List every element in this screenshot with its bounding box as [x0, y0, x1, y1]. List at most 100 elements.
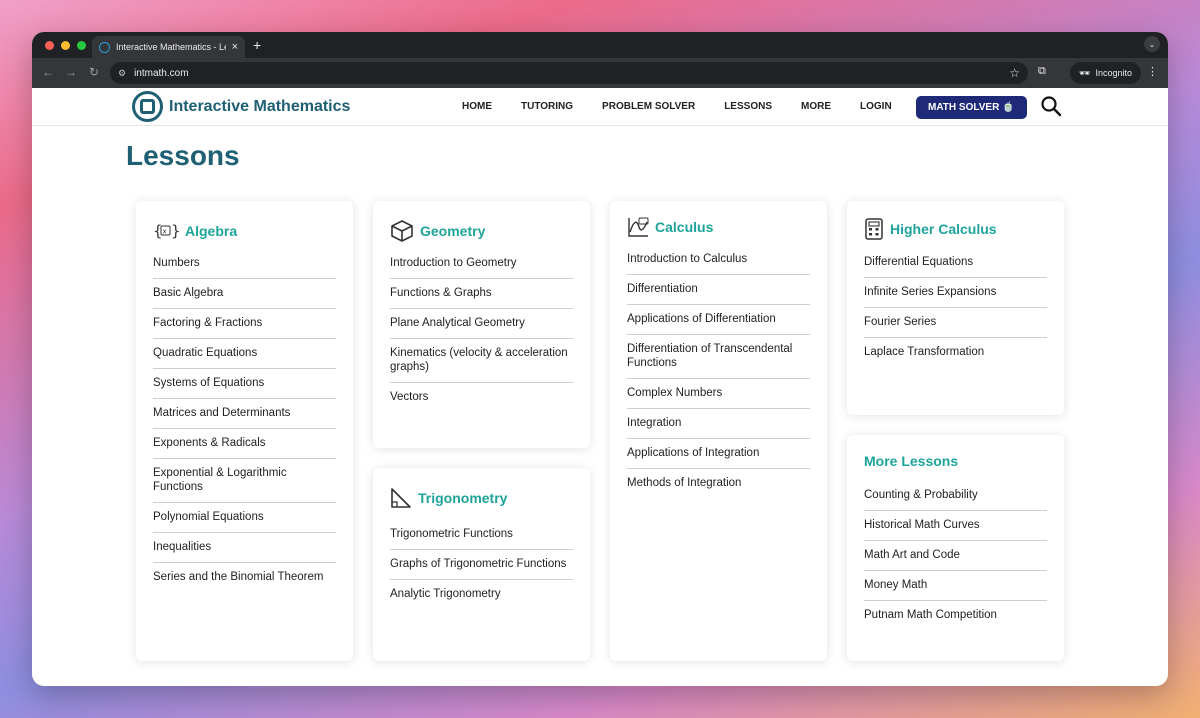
lesson-list: Trigonometric Functions Graphs of Trigono…: [390, 520, 573, 609]
lesson-link[interactable]: Analytic Trigonometry: [390, 580, 573, 609]
math-solver-button[interactable]: MATH SOLVER 🍵: [916, 96, 1027, 119]
site-header: Interactive Mathematics HOME TUTORING PR…: [32, 88, 1168, 126]
lesson-link[interactable]: Factoring & Fractions: [153, 309, 336, 339]
tab-title: Interactive Mathematics - Le: [116, 42, 226, 52]
lesson-link[interactable]: Infinite Series Expansions: [864, 278, 1047, 308]
logo-icon: [132, 91, 163, 122]
back-icon[interactable]: ←: [42, 65, 54, 79]
minimize-window-button[interactable]: [61, 41, 70, 50]
lesson-link[interactable]: Laplace Transformation: [864, 338, 1047, 367]
svg-text:}: }: [171, 222, 179, 240]
nav-lessons[interactable]: LESSONS: [724, 101, 772, 112]
lesson-link[interactable]: Exponential & Logarithmic Functions: [153, 459, 336, 503]
cube-icon: [391, 220, 413, 242]
new-tab-icon[interactable]: +: [253, 37, 261, 53]
site-info-icon[interactable]: ⚙: [118, 68, 126, 79]
logo-text: Interactive Mathematics: [169, 97, 351, 115]
lesson-link[interactable]: Fourier Series: [864, 308, 1047, 338]
card-header: More Lessons: [864, 449, 1047, 473]
site-logo[interactable]: Interactive Mathematics: [132, 91, 350, 122]
lesson-link[interactable]: Methods of Integration: [627, 469, 810, 498]
lesson-link[interactable]: Putnam Math Competition: [864, 601, 1047, 630]
card-header: Geometry: [390, 219, 573, 243]
lesson-link[interactable]: Complex Numbers: [627, 379, 810, 409]
card-title: Trigonometry: [418, 490, 508, 506]
bookmark-star-icon[interactable]: ☆: [1009, 66, 1020, 80]
lesson-link[interactable]: Money Math: [864, 571, 1047, 601]
card-header: Higher Calculus: [864, 217, 1047, 241]
browser-toolbar: ← → ↻ ⚙ intmath.com ☆ ⧉ 🕶 Incognito ⋮: [32, 58, 1168, 88]
calculator-icon: [865, 218, 883, 240]
lesson-link[interactable]: Inequalities: [153, 533, 336, 563]
close-window-button[interactable]: [45, 41, 54, 50]
lesson-link[interactable]: Math Art and Code: [864, 541, 1047, 571]
lesson-link[interactable]: Plane Analytical Geometry: [390, 309, 573, 339]
url-text: intmath.com: [134, 67, 189, 79]
browser-window: Interactive Mathematics - Le × + ⌄ ← → ↻…: [32, 32, 1168, 686]
maximize-window-button[interactable]: [77, 41, 86, 50]
lesson-link[interactable]: Applications of Differentiation: [627, 305, 810, 335]
tab-search-icon[interactable]: ⌄: [1144, 36, 1160, 52]
card-title: Higher Calculus: [890, 221, 997, 237]
nav-home[interactable]: HOME: [462, 101, 492, 112]
lesson-link[interactable]: Historical Math Curves: [864, 511, 1047, 541]
card-higher-calculus: Higher Calculus Differential Equations In…: [847, 201, 1064, 415]
lesson-link[interactable]: Graphs of Trigonometric Functions: [390, 550, 573, 580]
lesson-list: Numbers Basic Algebra Factoring & Fraction…: [153, 249, 336, 592]
close-tab-icon[interactable]: ×: [232, 41, 238, 53]
variable-braces-icon: { x }: [153, 222, 179, 240]
lesson-link[interactable]: Matrices and Determinants: [153, 399, 336, 429]
lesson-link[interactable]: Applications of Integration: [627, 439, 810, 469]
lesson-link[interactable]: Functions & Graphs: [390, 279, 573, 309]
lesson-link[interactable]: Systems of Equations: [153, 369, 336, 399]
lesson-link[interactable]: Kinematics (velocity & acceleration grap…: [390, 339, 573, 383]
lesson-link[interactable]: Trigonometric Functions: [390, 520, 573, 550]
lesson-link[interactable]: Exponents & Radicals: [153, 429, 336, 459]
extensions-icon[interactable]: ⧉: [1038, 65, 1046, 78]
lesson-list: Differential Equations Infinite Series Ex…: [864, 248, 1047, 367]
lesson-link[interactable]: Counting & Probability: [864, 481, 1047, 511]
reload-icon[interactable]: ↻: [89, 65, 99, 79]
favicon-icon: [99, 41, 110, 53]
card-more-lessons: More Lessons Counting & Probability Histo…: [847, 435, 1064, 661]
svg-text:x: x: [163, 228, 167, 236]
card-header: Calculus: [627, 215, 810, 239]
incognito-label: Incognito: [1095, 68, 1132, 78]
card-title: Calculus: [655, 219, 714, 235]
nav-login[interactable]: LOGIN: [860, 101, 892, 112]
active-tab[interactable]: Interactive Mathematics - Le ×: [92, 36, 245, 58]
card-header: { x } Algebra: [153, 219, 336, 243]
lesson-list: Counting & Probability Historical Math Cu…: [864, 481, 1047, 630]
incognito-badge[interactable]: 🕶 Incognito: [1070, 62, 1141, 84]
nav-tutoring[interactable]: TUTORING: [521, 101, 573, 112]
nav-problem-solver[interactable]: PROBLEM SOLVER: [602, 101, 695, 112]
lesson-link[interactable]: Series and the Binomial Theorem: [153, 563, 336, 592]
nav-more[interactable]: MORE: [801, 101, 831, 112]
tab-strip: Interactive Mathematics - Le × + ⌄: [32, 32, 1168, 58]
card-algebra: { x } Algebra NumbersBasic AlgebraFactor…: [136, 201, 353, 661]
incognito-icon: 🕶: [1079, 67, 1091, 78]
browser-menu-icon[interactable]: ⋮: [1147, 65, 1158, 78]
card-trigonometry: Trigonometry Trigonometric Functions Grap…: [373, 468, 590, 661]
search-icon[interactable]: [1040, 95, 1062, 117]
lesson-link[interactable]: Numbers: [153, 249, 336, 279]
lesson-link[interactable]: Introduction to Calculus: [627, 245, 810, 275]
lesson-list: Introduction to Calculus Differentiation A…: [627, 245, 810, 498]
lesson-link[interactable]: Vectors: [390, 383, 573, 412]
lesson-link[interactable]: Differentiation: [627, 275, 810, 305]
forward-icon[interactable]: →: [65, 65, 77, 79]
graph-curve-icon: [628, 217, 649, 237]
lesson-link[interactable]: Differential Equations: [864, 248, 1047, 278]
card-title: Algebra: [185, 223, 238, 239]
address-bar[interactable]: ⚙ intmath.com ☆: [110, 62, 1028, 84]
main-nav: HOME TUTORING PROBLEM SOLVER LESSONS MOR…: [462, 101, 921, 112]
lesson-link[interactable]: Quadratic Equations: [153, 339, 336, 369]
lesson-link[interactable]: Polynomial Equations: [153, 503, 336, 533]
lesson-link[interactable]: Introduction to Geometry: [390, 249, 573, 279]
page-title: Lessons: [126, 140, 240, 171]
lesson-list: Introduction to Geometry Functions & Grap…: [390, 249, 573, 412]
window-controls: [45, 41, 86, 50]
lesson-link[interactable]: Differentiation of Transcendental Functi…: [627, 335, 810, 379]
lesson-link[interactable]: Basic Algebra: [153, 279, 336, 309]
lesson-link[interactable]: Integration: [627, 409, 810, 439]
